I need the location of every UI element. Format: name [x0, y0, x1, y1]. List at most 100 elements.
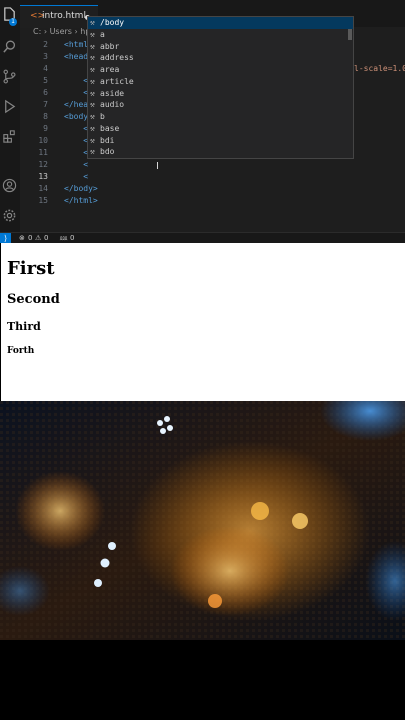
wrench-icon: ⚒ [90, 65, 95, 74]
suggestion-item[interactable]: ⚒ area [88, 64, 353, 76]
code-line[interactable]: < [64, 171, 98, 183]
ports-count[interactable]: 0 [70, 233, 74, 243]
status-bar: ⟩ ⊗ 0 ⚠ 0 ⅏ 0 [0, 232, 405, 243]
suggestion-label: b [100, 112, 105, 121]
warning-icon[interactable]: ⚠ [35, 233, 41, 243]
suggestion-label: bdo [100, 147, 115, 157]
code-tag-text: <body [64, 112, 89, 121]
suggestion-item[interactable]: ⚒ a [88, 29, 353, 41]
code-tag-text: </html> [64, 196, 98, 205]
breadcrumb[interactable]: C: › Users › hp [33, 27, 90, 39]
account-icon[interactable] [1, 177, 17, 193]
suggestion-item[interactable]: ⚒ bdi [88, 135, 353, 147]
vscode-editor: 1 <> intro.html C: › Users › hp 23456789… [0, 0, 405, 243]
suggestion-item[interactable]: ⚒ article [88, 76, 353, 88]
suggestion-item[interactable]: ⚒ abbr [88, 41, 353, 53]
line-number: 9 [43, 124, 48, 133]
wrench-icon: ⚒ [90, 147, 95, 157]
video-abstract-image [0, 401, 405, 640]
line-number: 7 [43, 100, 48, 109]
source-control-icon[interactable] [1, 68, 17, 84]
line-number: 11 [38, 148, 48, 157]
heading-2: Second [7, 292, 60, 307]
suggestion-label: base [100, 123, 120, 133]
run-debug-icon[interactable] [1, 98, 17, 114]
suggestion-label: abbr [100, 41, 120, 51]
suggestion-label: address [100, 53, 134, 63]
suggestion-item[interactable]: ⚒ audio [88, 99, 353, 111]
wrench-icon: ⚒ [90, 29, 95, 39]
code-tag-text: < [83, 172, 89, 181]
heading-1: First [7, 258, 55, 279]
wrench-icon: ⚒ [90, 88, 95, 98]
wrench-icon: ⚒ [90, 53, 95, 63]
line-number-gutter: 2 3 4 5 6 7 8 9 10 11 12 13 14 15 [20, 39, 50, 207]
suggestion-label: /body [100, 18, 125, 27]
wrench-icon: ⚒ [90, 41, 95, 51]
code-line[interactable]: < [64, 159, 98, 171]
code-overflow-fragment: l-scale=1.0 [354, 64, 405, 73]
line-number: 8 [43, 112, 48, 121]
suggestion-label: audio [100, 100, 125, 110]
suggestion-label: bdi [100, 135, 115, 145]
line-number: 5 [43, 76, 48, 85]
extensions-icon[interactable] [1, 128, 17, 144]
suggestion-label: area [100, 65, 120, 74]
line-number: 15 [38, 196, 48, 205]
suggestion-label: article [100, 76, 134, 86]
settings-gear-icon[interactable] [1, 207, 17, 223]
remote-indicator-button[interactable]: ⟩ [0, 233, 11, 243]
ports-icon[interactable]: ⅏ [60, 233, 67, 243]
code-tag-text: </hea [64, 100, 89, 109]
suggestion-label: aside [100, 88, 125, 98]
activity-bar: 1 [0, 0, 20, 232]
autocomplete-suggestion-list[interactable]: ⚒/body ⚒ a ⚒ abbr ⚒ address ⚒ area ⚒ article ⚒ aside… [87, 16, 354, 159]
line-number: 6 [43, 88, 48, 97]
suggestion-item[interactable]: ⚒ aside [88, 88, 353, 100]
line-number: 2 [43, 40, 48, 49]
code-tag-text: <head [64, 52, 89, 61]
suggestion-label: a [100, 29, 105, 39]
search-icon[interactable] [1, 38, 17, 54]
suggestion-item[interactable]: ⚒ b [88, 111, 353, 123]
wrench-icon: ⚒ [90, 100, 95, 110]
wrench-icon: ⚒ [90, 135, 95, 145]
line-number: 10 [38, 136, 48, 145]
code-tag-text: < [83, 160, 89, 169]
wrench-icon: ⚒ [90, 123, 95, 133]
warning-count[interactable]: 0 [44, 233, 48, 243]
error-icon[interactable]: ⊗ [19, 233, 25, 243]
suggestion-item[interactable]: ⚒ /body [88, 17, 353, 29]
line-number: 14 [38, 184, 48, 193]
line-number: 12 [38, 160, 48, 169]
wrench-icon: ⚒ [90, 112, 95, 121]
heading-4: Forth [7, 346, 35, 356]
suggestion-item[interactable]: ⚒ bdo [88, 146, 353, 158]
black-letterbox [0, 640, 405, 720]
suggestion-item[interactable]: ⚒ base [88, 123, 353, 135]
line-number: 4 [43, 64, 48, 73]
browser-preview: First Second Third Forth [0, 243, 405, 401]
wrench-icon: ⚒ [90, 18, 95, 27]
suggestion-item[interactable]: ⚒ address [88, 52, 353, 64]
tab-label: intro.html [42, 11, 86, 21]
explorer-badge: 1 [9, 18, 17, 26]
code-line[interactable]: </body> [64, 183, 98, 195]
text-cursor-icon: I [156, 161, 159, 172]
error-count[interactable]: 0 [28, 233, 32, 243]
heading-3: Third [7, 320, 41, 333]
background-video-frame [0, 401, 405, 640]
wrench-icon: ⚒ [90, 76, 95, 86]
line-number: 3 [43, 52, 48, 61]
code-line[interactable]: </html> [64, 195, 98, 207]
code-tag-text: </body> [64, 184, 98, 193]
line-number: 13 [38, 172, 48, 181]
